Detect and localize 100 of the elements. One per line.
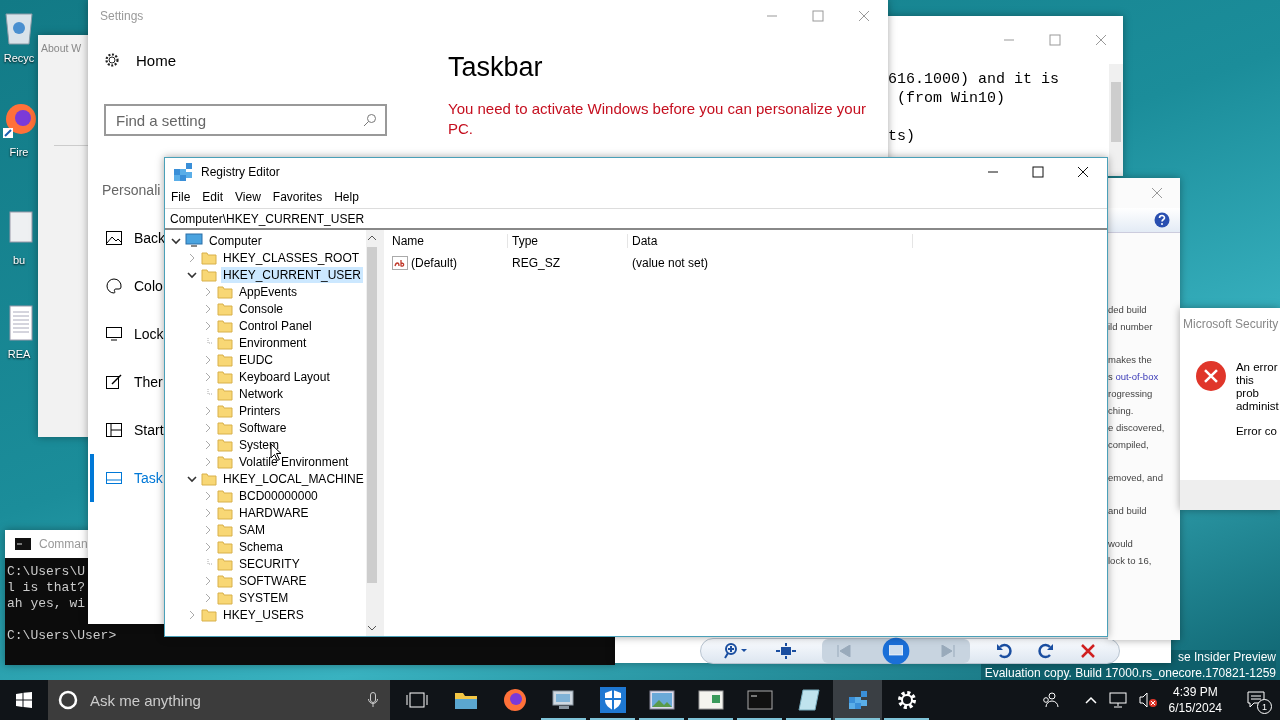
settings-icon[interactable] [104, 52, 120, 68]
desktop-icon-label[interactable]: Recyc [3, 52, 35, 64]
people-icon[interactable] [1040, 692, 1059, 708]
column-header[interactable]: Type [508, 234, 628, 248]
address-bar[interactable]: Computer\HKEY_CURRENT_USER [165, 208, 1107, 230]
help-link[interactable]: out-of-box [1115, 371, 1159, 382]
scrollbar[interactable] [365, 230, 379, 636]
tree-item[interactable]: SOFTWARE [237, 572, 309, 589]
computer-icon [550, 689, 577, 711]
tree-item[interactable]: System [237, 436, 281, 453]
delete-icon[interactable] [1080, 643, 1096, 659]
desktop-icon-label[interactable]: Fire [9, 146, 29, 158]
folder-icon [217, 454, 233, 469]
chevron-up-icon[interactable] [1084, 696, 1097, 704]
menu-item[interactable]: Favorites [272, 190, 323, 204]
desktop-icon-label[interactable]: REA [7, 348, 31, 360]
tree-item[interactable]: Volatile Environment [237, 453, 351, 470]
tree-item[interactable]: Schema [237, 538, 286, 555]
nav-item[interactable]: Lock [90, 310, 166, 358]
tree-item[interactable]: Software [237, 419, 289, 436]
help-icon[interactable] [1154, 212, 1170, 228]
close-icon[interactable] [1077, 166, 1089, 178]
scroll-down-icon[interactable] [367, 623, 378, 633]
section-heading: Personali [102, 182, 161, 198]
network-icon[interactable] [1108, 692, 1127, 708]
tree-item[interactable]: BCD00000000 [237, 487, 320, 504]
text-line: 616.1000) and it is [888, 70, 1060, 89]
tree-item[interactable]: Computer [207, 232, 264, 249]
tree-item[interactable]: SAM [237, 521, 267, 538]
tree-item[interactable]: HKEY_USERS [221, 606, 306, 623]
tree-item[interactable]: HKEY_LOCAL_MACHINE [221, 470, 366, 487]
folder-icon [201, 250, 217, 265]
scroll-up-icon[interactable] [367, 233, 378, 243]
fit-window-icon[interactable] [776, 643, 796, 659]
tree-item[interactable]: SYSTEM [237, 589, 291, 606]
settings-icon [895, 689, 918, 711]
microphone-icon[interactable] [368, 692, 378, 708]
tree-item[interactable]: SECURITY [237, 555, 302, 572]
scrollbar[interactable] [1109, 64, 1123, 176]
task-view-icon[interactable] [405, 692, 428, 708]
search-icon[interactable] [363, 113, 377, 127]
help-text-line: lock to 16, [1108, 554, 1153, 568]
tree-item[interactable]: HKEY_CLASSES_ROOT [221, 249, 362, 266]
maximize-icon[interactable] [1032, 166, 1044, 178]
folder-icon [217, 556, 233, 571]
desktop-icon-label[interactable]: bu [12, 254, 26, 266]
nav-item[interactable]: Back [90, 214, 168, 262]
menu-item[interactable]: File [171, 190, 191, 204]
window-title: Comman [39, 537, 88, 551]
tree-item[interactable]: Network [237, 385, 285, 402]
error-icon [1196, 361, 1226, 391]
tree-item[interactable]: Environment [237, 334, 309, 351]
tree-item[interactable]: Keyboard Layout [237, 368, 332, 385]
rotate-right-icon[interactable] [1038, 643, 1054, 659]
menu-item[interactable]: Edit [202, 190, 224, 204]
folder-icon [217, 437, 233, 452]
tree-item[interactable]: EUDC [237, 351, 275, 368]
picture-icon [106, 231, 122, 245]
nav-item[interactable]: Start [90, 406, 166, 454]
notepad-icon [796, 688, 821, 712]
rotate-left-icon[interactable] [996, 643, 1012, 659]
menu-item[interactable]: Help [334, 190, 359, 204]
nav-item[interactable]: Colo [90, 262, 165, 310]
help-text-line: e discovered, [1108, 421, 1166, 435]
tree-item[interactable]: Console [237, 300, 286, 317]
computer-icon [185, 233, 203, 248]
cortana-icon[interactable] [58, 690, 78, 710]
cubes-icon [171, 160, 195, 184]
notification-icon[interactable] [1247, 691, 1267, 709]
folder-icon [217, 573, 233, 588]
error-message-line: administ [1235, 400, 1280, 413]
column-header[interactable]: Name [388, 234, 508, 248]
value-data: (value not set) [631, 256, 710, 270]
value-name[interactable]: (Default) [411, 256, 457, 270]
console-prompt: C:\Users\User> [7, 628, 117, 644]
column-header[interactable]: Data [628, 234, 913, 248]
tree-item[interactable]: AppEvents [237, 283, 300, 300]
windows-start-icon[interactable] [16, 692, 32, 708]
folder-icon [217, 386, 233, 401]
home-link[interactable]: Home [136, 51, 176, 69]
shield-icon [599, 687, 626, 713]
folder-icon [217, 505, 233, 520]
clock[interactable]: 4:39 PM 6/15/2024 [1168, 684, 1222, 716]
tree-item[interactable]: Control Panel [237, 317, 314, 334]
search-field[interactable]: Find a setting [104, 104, 387, 136]
text-line: ts) [888, 127, 915, 146]
slideshow-button[interactable] [882, 637, 910, 665]
volume-muted-icon[interactable] [1138, 692, 1157, 708]
tree-item[interactable]: Printers [237, 402, 283, 419]
nav-item[interactable]: Ther [90, 358, 165, 406]
notification-count: 1 [1257, 699, 1272, 714]
photo-icon [648, 689, 675, 711]
tree-item[interactable]: HKEY_CURRENT_USER [221, 266, 364, 283]
folder-icon [217, 420, 233, 435]
menu-item[interactable]: View [235, 190, 261, 204]
search-field[interactable]: Ask me anything [48, 680, 390, 720]
firefox-icon[interactable] [2, 102, 36, 140]
zoom-icon[interactable] [724, 643, 750, 659]
folder-icon [217, 522, 233, 537]
tree-item[interactable]: HARDWARE [237, 504, 311, 521]
